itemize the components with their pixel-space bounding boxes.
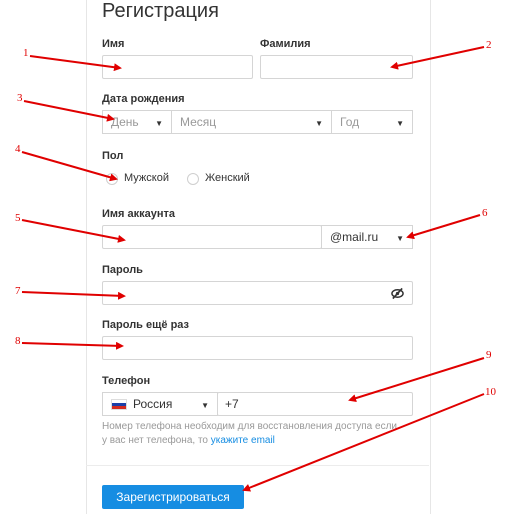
annotation-arrow — [242, 393, 485, 492]
annotation-arrows — [21, 46, 485, 492]
annotation-arrow — [21, 341, 124, 350]
annotation-arrow — [348, 357, 485, 403]
annotation-arrow — [29, 55, 122, 72]
annotation-arrow — [406, 214, 481, 240]
annotation-arrow — [390, 46, 485, 70]
annotation-arrow — [21, 291, 126, 300]
annotation-arrow — [23, 100, 115, 122]
annotation-arrow — [21, 151, 118, 182]
annotation-arrow — [21, 219, 126, 243]
